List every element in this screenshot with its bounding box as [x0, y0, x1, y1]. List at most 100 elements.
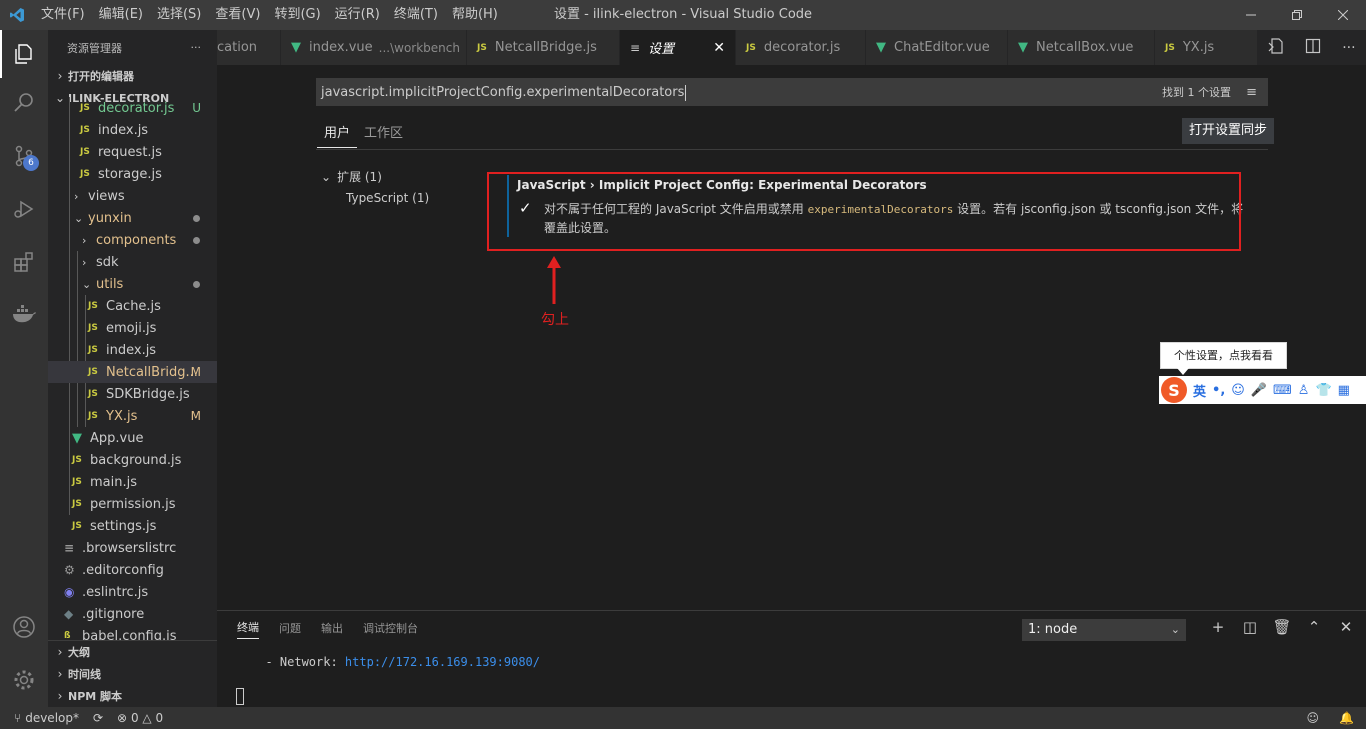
tree-item-settings-js[interactable]: JS settings.js: [48, 515, 217, 537]
panel-tab-problems[interactable]: 问题: [279, 619, 301, 639]
grid-icon[interactable]: ▦: [1338, 383, 1350, 398]
open-json-icon[interactable]: [1268, 37, 1284, 58]
emoji-icon[interactable]: ☺: [1231, 383, 1245, 398]
menu-view[interactable]: 查看(V): [208, 0, 267, 30]
tab-netcallbox[interactable]: ▼ NetcallBox.vue: [1008, 30, 1155, 65]
ime-mode[interactable]: 英: [1193, 381, 1206, 400]
js-icon: JS: [80, 169, 90, 179]
tree-item-storage-js[interactable]: JS storage.js: [48, 163, 217, 185]
explorer-icon[interactable]: [0, 30, 48, 78]
tree-item-background-js[interactable]: JS background.js: [48, 449, 217, 471]
tab-workspace-settings[interactable]: 工作区: [357, 121, 410, 148]
accounts-icon[interactable]: [0, 603, 48, 651]
new-terminal-icon[interactable]: +: [1202, 618, 1234, 636]
menu-selection[interactable]: 选择(S): [150, 0, 208, 30]
extensions-icon[interactable]: [0, 238, 48, 286]
menu-run[interactable]: 运行(R): [328, 0, 387, 30]
minimize-button[interactable]: [1228, 0, 1274, 30]
split-editor-icon[interactable]: [1305, 38, 1321, 58]
close-panel-icon[interactable]: ✕: [1330, 618, 1362, 636]
toc-extensions[interactable]: ⌄ 扩展 (1): [321, 167, 429, 187]
tree-folder-yunxin[interactable]: ⌄ yunxin: [48, 207, 217, 229]
tree-item-main-js[interactable]: JS main.js: [48, 471, 217, 493]
tree-item-request-js[interactable]: JS request.js: [48, 141, 217, 163]
settings-sync-button[interactable]: 打开设置同步: [1182, 118, 1275, 144]
notifications-bell-icon[interactable]: 🔔: [1339, 711, 1354, 725]
tab-settings[interactable]: ≡ 设置 ✕: [620, 30, 736, 65]
close-tab-icon[interactable]: ✕: [713, 40, 725, 56]
tree-item-gitignore[interactable]: ◆ .gitignore: [48, 603, 217, 625]
tab-netcallbridge[interactable]: JS NetcallBridge.js: [467, 30, 620, 65]
tab-user-settings[interactable]: 用户: [317, 121, 358, 148]
tree-item-permission-js[interactable]: JS permission.js: [48, 493, 217, 515]
sogou-logo-icon[interactable]: S: [1161, 377, 1187, 403]
panel-tab-debug-console[interactable]: 调试控制台: [363, 619, 418, 639]
tree-item-emoji-js[interactable]: JS emoji.js: [48, 317, 217, 339]
terminal-select[interactable]: 1: node ⌄: [1022, 619, 1186, 641]
keyboard-icon[interactable]: ⌨: [1273, 383, 1292, 398]
tab-application[interactable]: cation: [217, 30, 281, 65]
tab-decorator[interactable]: JS decorator.js: [736, 30, 866, 65]
toc-typescript[interactable]: TypeScript (1): [321, 187, 429, 209]
divider: [316, 149, 1268, 150]
menu-edit[interactable]: 编辑(E): [92, 0, 150, 30]
tree-item-cache-js[interactable]: JS Cache.js: [48, 295, 217, 317]
split-terminal-icon[interactable]: ◫: [1234, 618, 1266, 636]
ime-tooltip[interactable]: 个性设置，点我看看: [1160, 342, 1287, 375]
tab-index-vue[interactable]: ▼ index.vue ...\workbench: [281, 30, 467, 65]
tree-item-browserslistrc[interactable]: ≡ .browserslistrc: [48, 537, 217, 559]
tree-item-sdkbridge[interactable]: JS SDKBridge.js: [48, 383, 217, 405]
skin-icon[interactable]: 👕: [1315, 383, 1331, 398]
tree-folder-utils[interactable]: ⌄ utils: [48, 273, 217, 295]
panel-tab-terminal[interactable]: 终端: [237, 618, 259, 639]
settings-scope-tabs: 用户 工作区: [317, 121, 410, 148]
microphone-icon[interactable]: 🎤: [1251, 383, 1267, 398]
docker-icon[interactable]: [0, 290, 48, 338]
tree-item-editorconfig[interactable]: ⚙ .editorconfig: [48, 559, 217, 581]
timeline-section[interactable]: › 时间线: [48, 663, 217, 685]
chevron-down-icon: ⌄: [82, 277, 92, 291]
tree-item-decorator[interactable]: JS decorator.js U: [48, 97, 217, 119]
settings-search-input[interactable]: javascript.implicitProjectConfig.experim…: [316, 78, 1268, 106]
outline-section[interactable]: › 大纲: [48, 641, 217, 663]
problems-indicator[interactable]: ⊗ 0 △ 0: [117, 711, 163, 725]
highlight-box: [487, 172, 1241, 251]
open-editors-section[interactable]: › 打开的编辑器: [48, 65, 217, 87]
more-actions-button[interactable]: ···: [191, 41, 202, 54]
js-icon: JS: [477, 42, 487, 53]
close-window-button[interactable]: [1320, 0, 1366, 30]
text-lines-icon: ≡: [64, 541, 75, 555]
tree-item-utils-index-js[interactable]: JS index.js: [48, 339, 217, 361]
tab-chateditor[interactable]: ▼ ChatEditor.vue: [866, 30, 1008, 65]
filter-icon[interactable]: ≡: [1246, 79, 1257, 106]
punctuation-icon[interactable]: •,: [1212, 383, 1225, 398]
tree-item-app-vue[interactable]: ▼ App.vue: [48, 427, 217, 449]
tree-item-eslintrc[interactable]: ◉ .eslintrc.js: [48, 581, 217, 603]
tree-item-yx-js[interactable]: JS YX.js M: [48, 405, 217, 427]
menu-go[interactable]: 转到(G): [267, 0, 327, 30]
feedback-icon[interactable]: ☺: [1307, 711, 1320, 725]
menu-help[interactable]: 帮助(H): [445, 0, 505, 30]
menu-file[interactable]: 文件(F): [34, 0, 92, 30]
run-debug-icon[interactable]: [0, 185, 48, 233]
tree-folder-sdk[interactable]: › sdk: [48, 251, 217, 273]
tree-folder-components[interactable]: › components: [48, 229, 217, 251]
manage-gear-icon[interactable]: [0, 656, 48, 704]
sync-icon[interactable]: ⟳: [93, 711, 103, 725]
kill-terminal-icon[interactable]: 🗑: [1266, 618, 1298, 636]
tab-yx-js[interactable]: JS YX.js: [1155, 30, 1258, 65]
branch-indicator[interactable]: ⑂ develop*: [14, 711, 79, 725]
tree-folder-views[interactable]: › views: [48, 185, 217, 207]
maximize-panel-icon[interactable]: ⌃: [1298, 618, 1330, 636]
npm-scripts-section[interactable]: › NPM 脚本: [48, 685, 217, 707]
tree-item-netcallbridge[interactable]: JS NetcallBridg... M: [48, 361, 217, 383]
restore-button[interactable]: [1274, 0, 1320, 30]
tree-item-index-js[interactable]: JS index.js: [48, 119, 217, 141]
user-icon[interactable]: ♙: [1298, 383, 1310, 398]
search-icon[interactable]: [0, 78, 48, 126]
source-control-icon[interactable]: 6: [0, 132, 48, 180]
panel-tab-output[interactable]: 输出: [321, 619, 343, 639]
eslint-icon: ◉: [64, 585, 75, 599]
menu-terminal[interactable]: 终端(T): [387, 0, 445, 30]
more-actions-icon[interactable]: ···: [1342, 40, 1355, 56]
